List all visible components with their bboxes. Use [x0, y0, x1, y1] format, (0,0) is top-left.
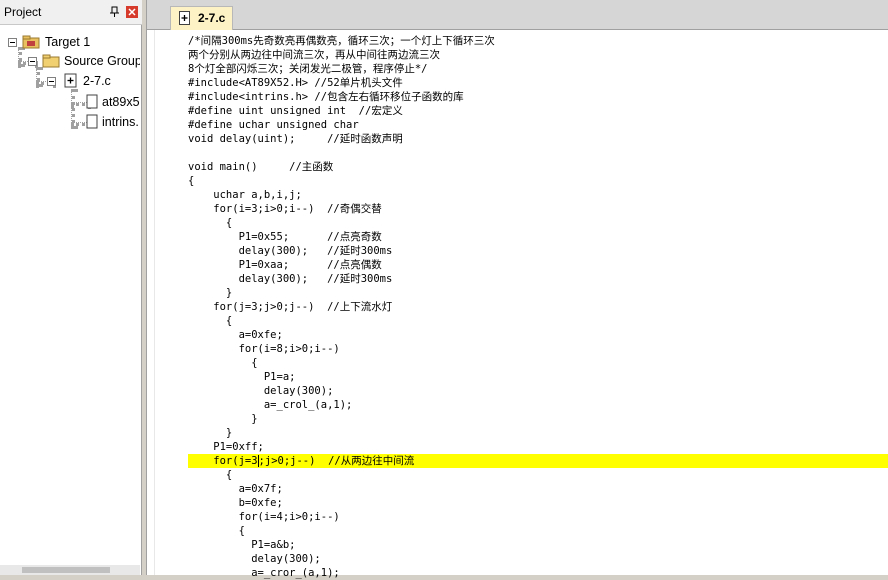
- code-line[interactable]: #include<intrins.h> //包含左右循环移位子函数的库: [188, 90, 888, 104]
- close-icon[interactable]: [126, 6, 138, 18]
- project-panel-title: Project: [4, 5, 42, 19]
- c-file-icon: [179, 11, 190, 25]
- code-line[interactable]: b=0xfe;: [188, 496, 888, 510]
- header-file-icon: [86, 114, 98, 129]
- code-line[interactable]: for(i=3;i>0;i--) //奇偶交替: [188, 202, 888, 216]
- tree-item-header-at89x5[interactable]: at89x5: [0, 94, 140, 112]
- code-line[interactable]: for(i=8;i>0;i--): [188, 342, 888, 356]
- tree-label: intrins.: [102, 115, 139, 129]
- code-line[interactable]: {: [188, 468, 888, 482]
- folder-icon: [42, 54, 60, 68]
- tab-2-7c[interactable]: 2-7.c: [170, 6, 233, 30]
- code-line[interactable]: P1=a&b;: [188, 538, 888, 552]
- code-line[interactable]: {: [188, 216, 888, 230]
- tree-label: Target 1: [45, 35, 91, 49]
- code-line[interactable]: P1=0x55; //点亮奇数: [188, 230, 888, 244]
- c-file-icon: [64, 73, 77, 88]
- text-cursor: [257, 455, 259, 467]
- code-line[interactable]: 两个分别从两边往中间流三次，再从中间往两边流三次: [188, 48, 888, 62]
- code-line[interactable]: }: [188, 412, 888, 426]
- code-line[interactable]: delay(300); //延时300ms: [188, 244, 888, 258]
- horizontal-scrollbar[interactable]: [0, 565, 140, 575]
- code-line[interactable]: a=_crol_(a,1);: [188, 398, 888, 412]
- tree-label: 2-7.c: [83, 74, 111, 88]
- code-line[interactable]: a=0x7f;: [188, 482, 888, 496]
- editor-window: 2-7.c /*间隔300ms先奇数亮再偶数亮，循环三次；一个灯上下循环三次 两个…: [146, 0, 888, 579]
- project-panel-header: Project: [0, 0, 142, 25]
- target-folder-icon: [22, 35, 40, 49]
- code-line[interactable]: P1=a;: [188, 370, 888, 384]
- tab-label: 2-7.c: [198, 11, 226, 25]
- tree-item-header-intrins[interactable]: intrins.: [0, 114, 140, 132]
- code-line[interactable]: delay(300);: [188, 384, 888, 398]
- code-line[interactable]: delay(300); //延时300ms: [188, 272, 888, 286]
- code-line-current[interactable]: for(j=3;j>0;j--) //从两边往中间流: [188, 454, 888, 468]
- code-line[interactable]: {: [188, 356, 888, 370]
- editor-gutter: [147, 30, 187, 575]
- collapse-icon[interactable]: [28, 57, 37, 66]
- code-line[interactable]: {: [188, 314, 888, 328]
- code-line[interactable]: {: [188, 524, 888, 538]
- editor-tab-strip: 2-7.c: [147, 0, 888, 30]
- code-line[interactable]: #define uint unsigned int //宏定义: [188, 104, 888, 118]
- scrollbar-thumb[interactable]: [22, 567, 110, 573]
- header-file-icon: [86, 94, 98, 109]
- code-line[interactable]: for(i=4;i>0;i--): [188, 510, 888, 524]
- code-line[interactable]: uchar a,b,i,j;: [188, 188, 888, 202]
- code-line[interactable]: a=_cror_(a,1);: [188, 566, 888, 580]
- pin-icon[interactable]: [109, 6, 121, 18]
- project-tree: Target 1 Source Group 2-7.c at89x5 intri…: [0, 25, 140, 565]
- tree-label: at89x5: [102, 95, 140, 109]
- tree-item-source-group[interactable]: Source Group: [0, 53, 140, 71]
- code-line[interactable]: {: [188, 174, 888, 188]
- code-line[interactable]: }: [188, 286, 888, 300]
- tree-item-target[interactable]: Target 1: [0, 34, 140, 52]
- code-line[interactable]: void main() //主函数: [188, 160, 888, 174]
- project-panel: Project Target 1 Source Group 2-7.c at89…: [0, 0, 142, 575]
- code-line[interactable]: delay(300);: [188, 552, 888, 566]
- code-line[interactable]: #define uchar unsigned char: [188, 118, 888, 132]
- code-line[interactable]: #include<AT89X52.H> //52单片机头文件: [188, 76, 888, 90]
- code-editor[interactable]: /*间隔300ms先奇数亮再偶数亮，循环三次；一个灯上下循环三次 两个分别从两边往…: [188, 34, 888, 580]
- fold-margin: [154, 30, 155, 575]
- code-line[interactable]: a=0xfe;: [188, 328, 888, 342]
- code-line[interactable]: /*间隔300ms先奇数亮再偶数亮，循环三次；一个灯上下循环三次: [188, 34, 888, 48]
- code-line[interactable]: }: [188, 426, 888, 440]
- code-line[interactable]: 8个灯全部闪烁三次；关闭发光二极管，程序停止*/: [188, 62, 888, 76]
- tree-label: Source Group: [64, 54, 140, 68]
- code-line[interactable]: void delay(uint); //延时函数声明: [188, 132, 888, 146]
- code-line[interactable]: P1=0xaa; //点亮偶数: [188, 258, 888, 272]
- collapse-icon[interactable]: [8, 38, 17, 47]
- collapse-icon[interactable]: [47, 77, 56, 86]
- code-line[interactable]: P1=0xff;: [188, 440, 888, 454]
- code-line[interactable]: [188, 146, 888, 160]
- tree-item-file-2-7c[interactable]: 2-7.c: [0, 73, 140, 91]
- code-line[interactable]: for(j=3;j>0;j--) //上下流水灯: [188, 300, 888, 314]
